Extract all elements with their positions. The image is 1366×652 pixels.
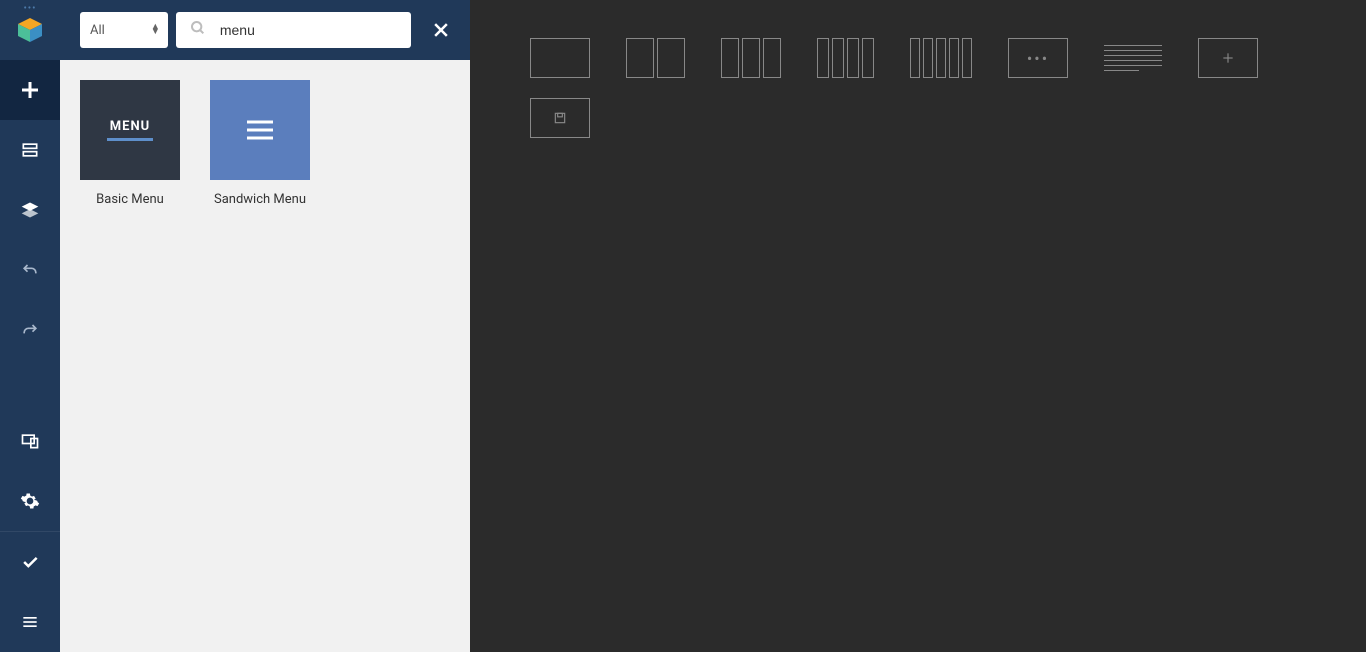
- logo[interactable]: •••: [0, 0, 60, 60]
- row-layout-button[interactable]: [0, 120, 60, 180]
- brand-cube-icon: [15, 15, 45, 45]
- layout-presets-row-2: [530, 98, 1306, 138]
- panel-body: MENU Basic Menu Sandwich Menu: [60, 60, 470, 652]
- sandwich-menu-thumb: [210, 80, 310, 180]
- layout-add[interactable]: [1198, 38, 1258, 78]
- plus-icon: [1221, 51, 1235, 65]
- settings-button[interactable]: [0, 471, 60, 531]
- redo-button[interactable]: [0, 300, 60, 360]
- drag-dots-icon: •••: [23, 3, 36, 14]
- layout-custom[interactable]: •••: [1008, 38, 1068, 78]
- search-field-wrap: [176, 12, 411, 48]
- dots-icon: •••: [1027, 49, 1049, 68]
- layout-2col[interactable]: [626, 38, 685, 78]
- close-icon: [431, 20, 451, 40]
- panel-header: All ▲▼: [60, 0, 470, 60]
- publish-button[interactable]: [0, 532, 60, 592]
- category-filter-select[interactable]: All ▲▼: [80, 12, 168, 48]
- devices-button[interactable]: [0, 411, 60, 471]
- element-sandwich-menu[interactable]: Sandwich Menu: [210, 80, 310, 207]
- hamburger-icon: [20, 612, 40, 632]
- gear-icon: [20, 491, 40, 511]
- basic-menu-thumb-text: MENU: [110, 119, 150, 134]
- element-label: Basic Menu: [96, 192, 164, 207]
- plus-icon: [18, 78, 42, 102]
- main-sidebar: •••: [0, 0, 60, 652]
- search-icon: [190, 20, 206, 40]
- undo-button[interactable]: [0, 240, 60, 300]
- element-label: Sandwich Menu: [214, 192, 306, 207]
- basic-menu-underline: [107, 138, 153, 141]
- filter-selected-value: All: [90, 23, 105, 38]
- layout-4col[interactable]: [817, 38, 874, 78]
- close-panel-button[interactable]: [423, 10, 460, 50]
- element-basic-menu[interactable]: MENU Basic Menu: [80, 80, 180, 207]
- menu-toggle-button[interactable]: [0, 592, 60, 652]
- layout-3col[interactable]: [721, 38, 781, 78]
- redo-icon: [20, 320, 40, 340]
- updown-icon: ▲▼: [151, 25, 160, 35]
- save-icon: [553, 111, 567, 125]
- layout-presets-row: •••: [530, 38, 1306, 78]
- templates-button[interactable]: [0, 180, 60, 240]
- hamburger-icon: [245, 118, 275, 142]
- layout-text-block[interactable]: [1104, 38, 1162, 78]
- add-element-button[interactable]: [0, 60, 60, 120]
- search-input[interactable]: [220, 22, 401, 38]
- canvas-area: •••: [470, 0, 1366, 652]
- layout-5col[interactable]: [910, 38, 972, 78]
- check-icon: [20, 552, 40, 572]
- undo-icon: [20, 260, 40, 280]
- basic-menu-thumb: MENU: [80, 80, 180, 180]
- rows-icon: [20, 140, 40, 160]
- elements-panel: All ▲▼ MENU Basic Menu: [60, 0, 470, 652]
- layout-template[interactable]: [530, 98, 590, 138]
- layout-1col[interactable]: [530, 38, 590, 78]
- devices-icon: [20, 431, 40, 451]
- layers-icon: [20, 200, 40, 220]
